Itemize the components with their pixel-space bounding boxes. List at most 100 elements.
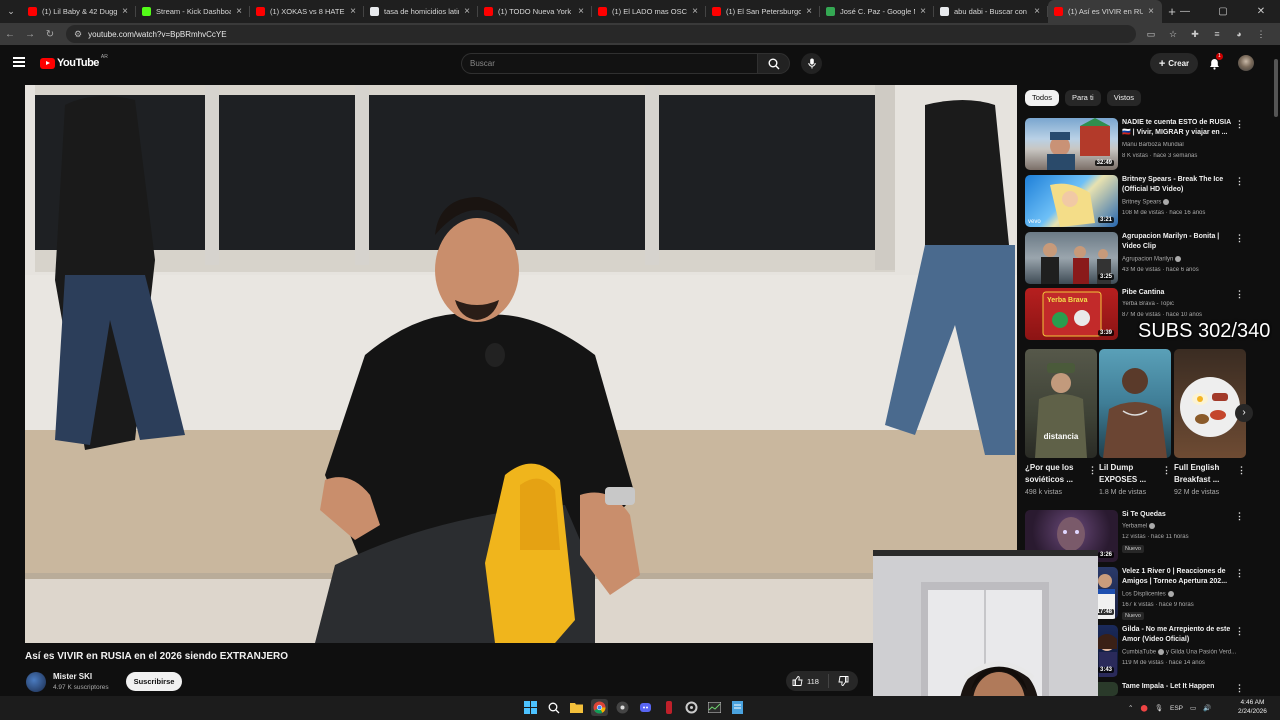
forward-icon[interactable]: →	[20, 29, 40, 40]
windows-start-icon[interactable]	[522, 699, 539, 716]
network-icon[interactable]: ▭	[1190, 704, 1196, 712]
voice-search-button[interactable]	[801, 53, 822, 74]
url-field[interactable]: ⚙ youtube.com/watch?v=BpBRmhvCcYE	[66, 25, 1136, 43]
browser-tab[interactable]: (1) TODO Nueva York en×	[478, 0, 592, 23]
reload-icon[interactable]: ↻	[40, 29, 60, 40]
browser-tab[interactable]: (1) El San Petersburgo q ×	[706, 0, 820, 23]
extensions-icon[interactable]: ✚	[1186, 29, 1204, 40]
tray-chevron-icon[interactable]: ⌃	[1128, 704, 1133, 712]
short-title[interactable]: Full English Breakfast ...	[1174, 462, 1236, 486]
browser-tab[interactable]: (1) Así es VIVIR en RU ×	[1048, 0, 1162, 23]
tab-close-icon[interactable]: ×	[1032, 6, 1042, 17]
channel-name[interactable]: Mister SKI	[53, 672, 92, 681]
back-icon[interactable]: ←	[0, 29, 20, 40]
recommendation-title[interactable]: Velez 1 River 0 | Reacciones de Amigos |…	[1122, 567, 1237, 587]
like-button[interactable]: 118	[786, 674, 829, 688]
more-actions-icon[interactable]: ⋮	[1235, 119, 1244, 130]
volume-icon[interactable]: 🔊	[1203, 704, 1211, 712]
settings-icon[interactable]	[683, 699, 700, 716]
tab-close-icon[interactable]: ×	[576, 6, 586, 17]
menu-icon[interactable]	[13, 57, 25, 67]
close-window-button[interactable]: ✕	[1242, 0, 1280, 23]
browser-tab[interactable]: (1) Lil Baby & 42 Dugg - ×	[22, 0, 136, 23]
short-thumbnail[interactable]: distancia	[1025, 349, 1097, 458]
browser-tab[interactable]: José C. Paz - Google Ma×	[820, 0, 934, 23]
file-explorer-icon[interactable]	[568, 699, 585, 716]
task-manager-icon[interactable]	[706, 699, 723, 716]
video-thumbnail[interactable]: vevo 3:21	[1025, 175, 1118, 227]
tab-close-icon[interactable]: ×	[1146, 6, 1156, 17]
more-actions-icon[interactable]: ⋮	[1235, 176, 1244, 187]
short-title[interactable]: ¿Por que los soviéticos ...	[1025, 462, 1087, 486]
more-actions-icon[interactable]: ⋮	[1235, 233, 1244, 244]
recommendation-item[interactable]: 32:49 NADIE te cuenta ESTO de RUSIA 🇷🇺 |…	[1025, 118, 1255, 170]
more-actions-icon[interactable]: ⋮	[1237, 465, 1246, 476]
more-actions-icon[interactable]: ⋮	[1235, 683, 1244, 694]
recommendation-title[interactable]: Tame Impala - Let It Happen	[1122, 682, 1237, 692]
tab-close-icon[interactable]: ×	[804, 6, 814, 17]
taskbar-search-icon[interactable]	[545, 699, 562, 716]
more-actions-icon[interactable]: ⋮	[1235, 568, 1244, 579]
more-actions-icon[interactable]: ⋮	[1235, 289, 1244, 300]
recommendation-title[interactable]: Britney Spears - Break The Ice (Official…	[1122, 175, 1237, 195]
video-player[interactable]	[25, 85, 1017, 643]
short-item[interactable]: Full English Breakfast ... ⋮ 92 M de vis…	[1174, 349, 1246, 496]
more-actions-icon[interactable]: ⋮	[1162, 465, 1171, 476]
language-indicator[interactable]: ESP	[1170, 705, 1183, 712]
recommendation-item[interactable]: 3:25 Agrupacion Marilyn - Bonita | Video…	[1025, 232, 1255, 284]
short-thumbnail[interactable]	[1099, 349, 1171, 458]
tray-app-icon[interactable]: ⬤	[1140, 704, 1147, 712]
browser-tab[interactable]: (1) XOKAS vs 8 HATERS -×	[250, 0, 364, 23]
minimize-button[interactable]: —	[1166, 0, 1204, 23]
cast-icon[interactable]: ▭	[1142, 29, 1160, 40]
search-button[interactable]	[757, 53, 790, 74]
microphone-tray-icon[interactable]: 🎙	[1155, 704, 1163, 712]
channel-avatar[interactable]	[26, 672, 46, 692]
short-title[interactable]: Lil Dump EXPOSES ...	[1099, 462, 1161, 486]
recommendation-channel[interactable]: CumbiaTube y Gilda Una Pasión Verd...	[1122, 649, 1247, 656]
recommendation-channel[interactable]: Los Displicentes	[1122, 591, 1247, 598]
bookmark-star-icon[interactable]: ☆	[1164, 29, 1182, 40]
video-thumbnail[interactable]: 3:25	[1025, 232, 1118, 284]
youtube-logo[interactable]: YouTube AR	[40, 54, 108, 69]
short-thumbnail[interactable]	[1174, 349, 1246, 458]
scrollbar-thumb[interactable]	[1274, 59, 1278, 117]
taskbar-clock[interactable]: 4:46 AM 2/24/2026	[1238, 698, 1267, 716]
maximize-button[interactable]: ▢	[1204, 0, 1242, 23]
obs-icon[interactable]	[614, 699, 631, 716]
recommendation-title[interactable]: Si Te Quedas	[1122, 510, 1237, 520]
search-input[interactable]: Buscar	[461, 53, 757, 74]
profile-icon[interactable]: ◕	[1230, 29, 1248, 40]
page-scrollbar[interactable]	[1272, 45, 1280, 696]
dislike-button[interactable]	[829, 676, 857, 686]
discord-icon[interactable]	[637, 699, 654, 716]
browser-tab[interactable]: (1) El LADO mas OSCUR×	[592, 0, 706, 23]
browser-tab[interactable]: abu dabi - Buscar con Go×	[934, 0, 1048, 23]
chip-para-ti[interactable]: Para ti	[1065, 90, 1101, 106]
recommendation-title[interactable]: Pibe Cantina	[1122, 288, 1237, 298]
shorts-next-button[interactable]: ›	[1235, 404, 1253, 422]
tab-close-icon[interactable]: ×	[918, 6, 928, 17]
tab-close-icon[interactable]: ×	[120, 6, 130, 17]
tab-close-icon[interactable]: ×	[234, 6, 244, 17]
account-avatar[interactable]	[1238, 55, 1254, 71]
recommendation-channel[interactable]: Manu Barboza Mundial	[1122, 142, 1247, 148]
tab-search-icon[interactable]: ⌄	[0, 0, 22, 23]
video-thumbnail[interactable]: Yerba Brava 3:39	[1025, 288, 1118, 340]
tab-close-icon[interactable]: ×	[348, 6, 358, 17]
browser-tab[interactable]: Stream - Kick Dashboard×	[136, 0, 250, 23]
recommendation-title[interactable]: Agrupacion Marilyn - Bonita | Video Clip	[1122, 232, 1237, 252]
tab-close-icon[interactable]: ×	[690, 6, 700, 17]
chip-vistos[interactable]: Vistos	[1106, 90, 1141, 106]
more-actions-icon[interactable]: ⋮	[1235, 626, 1244, 637]
create-button[interactable]: + Crear	[1150, 53, 1198, 74]
browser-menu-icon[interactable]: ⋮	[1252, 29, 1270, 40]
chip-todos[interactable]: Todos	[1025, 90, 1060, 106]
browser-tab[interactable]: tasa de homicidios latino ×	[364, 0, 478, 23]
site-info-icon[interactable]: ⚙	[74, 29, 82, 40]
tab-close-icon[interactable]: ×	[462, 6, 472, 17]
recommendation-title[interactable]: Gilda - No me Arrepiento de este Amor (V…	[1122, 625, 1237, 645]
app-icon-red[interactable]	[660, 699, 677, 716]
more-actions-icon[interactable]: ⋮	[1235, 511, 1244, 522]
more-actions-icon[interactable]: ⋮	[1088, 465, 1097, 476]
